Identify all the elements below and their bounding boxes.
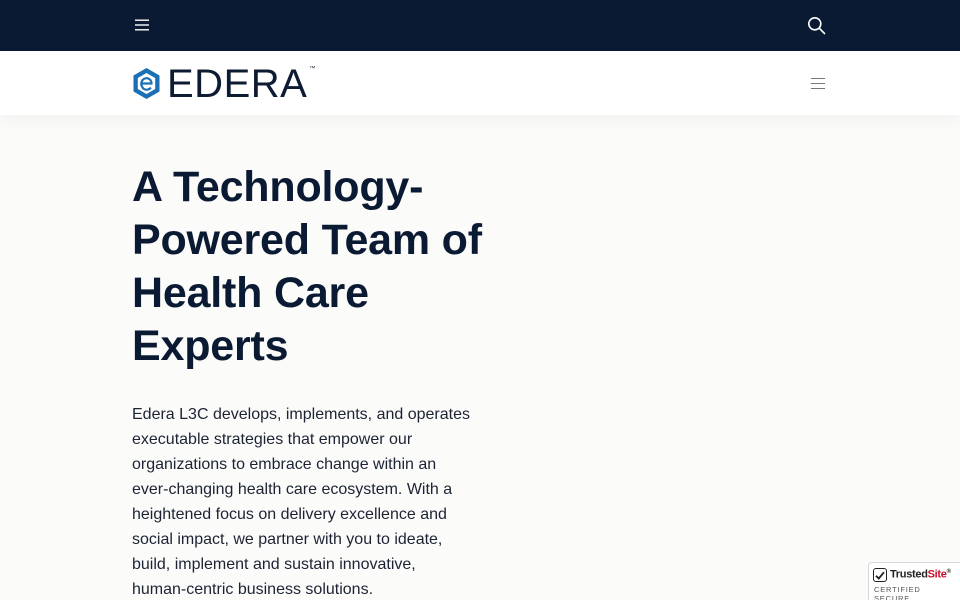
- trustedsite-badge[interactable]: TrustedSite® CERTIFIED SECURE: [868, 562, 960, 600]
- top-menu-button[interactable]: [132, 15, 152, 35]
- checkmark-icon: [873, 568, 887, 582]
- search-button[interactable]: [805, 14, 827, 36]
- site-header: EDERA ™: [0, 51, 960, 115]
- edera-logo-mark: [133, 67, 160, 99]
- logo-wordmark: EDERA: [167, 62, 308, 106]
- hero-description: Edera L3C develops, implements, and oper…: [132, 406, 470, 598]
- hamburger-icon: [135, 19, 149, 31]
- logo-trademark: ™: [309, 66, 316, 72]
- hamburger-icon: [811, 77, 825, 89]
- trustedsite-brand-accent: Site: [927, 568, 947, 581]
- main-menu-button[interactable]: [808, 73, 828, 93]
- search-icon: [807, 16, 825, 34]
- hero-title: A Technology-Powered Team of Health Care…: [132, 163, 482, 370]
- trustedsite-trademark: ®: [946, 569, 951, 576]
- top-utility-bar: [0, 0, 960, 51]
- site-logo-link[interactable]: EDERA ™: [132, 62, 316, 106]
- trustedsite-caption: CERTIFIED SECURE: [874, 585, 921, 600]
- trustedsite-brand: TrustedSite®: [890, 569, 951, 581]
- trustedsite-brand-main: Trusted: [890, 568, 928, 581]
